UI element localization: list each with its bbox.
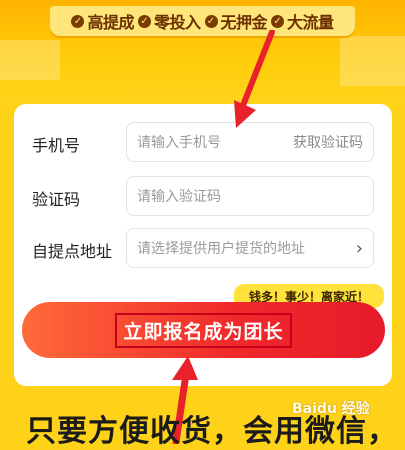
phone-placeholder: 请输入手机号 [137,135,221,151]
pickup-label: 自提点地址 [32,242,113,261]
banner-decoration [0,40,60,80]
chevron-right-icon: › [355,237,363,259]
code-placeholder: 请输入验证码 [137,189,221,205]
banner-decoration [340,36,405,86]
watermark: Baidu 经验 [292,401,370,417]
code-field[interactable]: 请输入验证码 [126,176,374,216]
check-circle-icon: ✓ [204,14,218,28]
perk-item: ✓ 高提成 [71,9,134,33]
perk-label: 高提成 [87,13,134,32]
check-circle-icon: ✓ [71,14,85,28]
pickup-placeholder: 请选择提供用户提货的地址 [137,241,305,257]
perk-label: 零投入 [153,13,201,32]
check-circle-icon: ✓ [271,14,285,28]
pickup-address-selector[interactable]: 请选择提供用户提货的地址 › [126,228,374,268]
perks-ribbon: ✓ 高提成 ✓ 零投入 ✓ 无押金 ✓ 大流量 [50,6,355,36]
header-banner: ✓ 高提成 ✓ 零投入 ✓ 无押金 ✓ 大流量 [0,0,405,105]
cta-label: 立即报名成为团长 [115,312,292,348]
arrow-down-icon [234,30,275,128]
code-label: 验证码 [32,190,81,209]
perk-label: 大流量 [287,13,334,32]
get-code-button[interactable]: 获取验证码 [293,132,363,152]
signup-cta-button[interactable]: 立即报名成为团长 [22,302,385,358]
phone-label: 手机号 [32,136,81,155]
perk-item: ✓ 零投入 [137,9,201,33]
check-circle-icon: ✓ [137,14,151,28]
